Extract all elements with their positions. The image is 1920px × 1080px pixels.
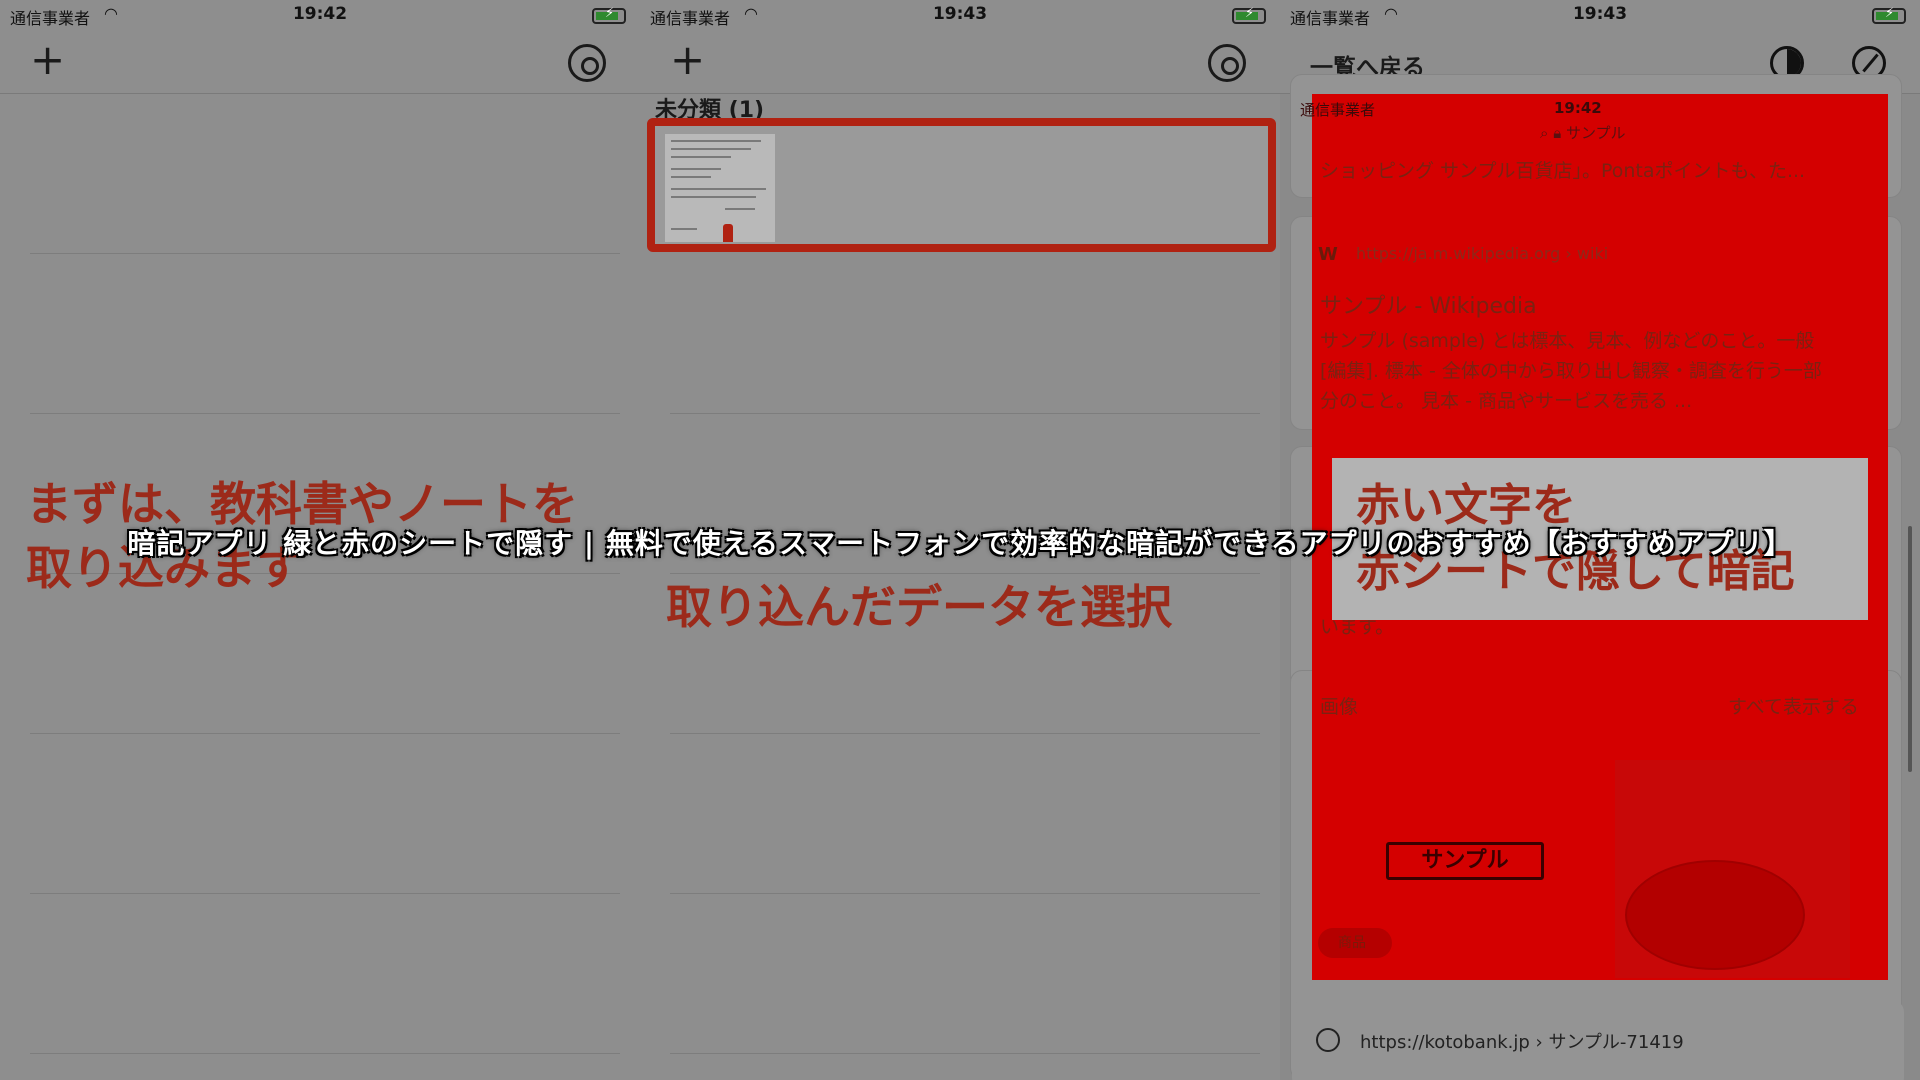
status-time: 19:42 bbox=[292, 4, 348, 24]
row-divider bbox=[670, 573, 1260, 574]
document-thumbnail[interactable] bbox=[647, 118, 1276, 252]
video-caption: 暗記アプリ 緑と赤のシートで隠す | 無料で使えるスマートフォンで効率的な暗記が… bbox=[127, 527, 1793, 560]
row-divider bbox=[30, 253, 620, 254]
gear-icon[interactable] bbox=[568, 44, 606, 82]
wiki-text-1: サンプル (sample) とは標本、見本、例などのこと。一般 bbox=[1320, 330, 1815, 352]
wiki-title: サンプル - Wikipedia bbox=[1320, 294, 1537, 319]
lock-icon: 🔒︎ bbox=[1553, 124, 1562, 142]
wiki-url: https://ja.m.wikipedia.org › wiki bbox=[1356, 244, 1609, 263]
show-all-link: すべて表示する bbox=[1728, 696, 1859, 718]
captured-search-query: サンプル bbox=[1565, 124, 1626, 142]
status-time: 19:43 bbox=[1572, 4, 1628, 24]
sample-food-image bbox=[1615, 760, 1850, 978]
row-divider bbox=[30, 733, 620, 734]
instruction-step2: 取り込んだデータを選択 bbox=[666, 580, 1172, 634]
row-divider bbox=[670, 1053, 1260, 1054]
product-tag: 商品 bbox=[1318, 928, 1392, 958]
row-divider bbox=[30, 893, 620, 894]
row-divider bbox=[670, 893, 1260, 894]
status-bar: 通信事業者 ◠ 19:42 ⚡ bbox=[0, 0, 640, 30]
status-bar: 通信事業者 ◠ 19:43 ⚡ bbox=[640, 0, 1280, 30]
kotobank-result-card[interactable]: https://kotobank.jp › サンプル-71419 bbox=[1292, 1000, 1904, 1080]
status-bar: 通信事業者 ◠ 19:43 ⚡ bbox=[1280, 0, 1920, 30]
scroll-indicator[interactable] bbox=[1908, 526, 1912, 772]
battery-icon: ⚡ bbox=[1232, 6, 1266, 24]
kotobank-icon bbox=[1316, 1028, 1340, 1052]
thumbnail-image bbox=[665, 134, 775, 242]
row-divider bbox=[30, 1053, 620, 1054]
status-time: 19:43 bbox=[932, 4, 988, 24]
wiki-text-3: 分のこと。 見本 - 商品やサービスを売る ... bbox=[1320, 390, 1693, 412]
wiki-text-2: [編集]. 標本 - 全体の中から取り出し観察・調査を行う一部 bbox=[1320, 360, 1822, 382]
row-divider bbox=[670, 733, 1260, 734]
captured-time: 19:42 bbox=[1554, 99, 1602, 117]
battery-icon: ⚡ bbox=[592, 6, 626, 24]
gear-icon[interactable] bbox=[1208, 44, 1246, 82]
nav-bar: + bbox=[640, 30, 1280, 94]
plus-icon[interactable]: + bbox=[30, 38, 65, 82]
snippet-top: ショッピング サンプル百貨店」。Pontaポイントも、た... bbox=[1320, 160, 1806, 182]
images-label: 画像 bbox=[1320, 696, 1359, 718]
kotobank-url: https://kotobank.jp › サンプル-71419 bbox=[1360, 1032, 1684, 1053]
nav-bar: + bbox=[0, 30, 640, 94]
captured-search-bar: ⌕ 🔒︎ サンプル bbox=[1540, 122, 1626, 143]
sample-label-box: サンプル bbox=[1386, 842, 1544, 880]
search-icon: ⌕ bbox=[1540, 124, 1549, 142]
plus-icon[interactable]: + bbox=[670, 38, 705, 82]
battery-icon: ⚡ bbox=[1872, 6, 1906, 24]
row-divider bbox=[670, 413, 1260, 414]
row-divider bbox=[30, 413, 620, 414]
captured-carrier: 通信事業者 bbox=[1300, 101, 1376, 119]
wikipedia-icon: W bbox=[1318, 244, 1338, 265]
